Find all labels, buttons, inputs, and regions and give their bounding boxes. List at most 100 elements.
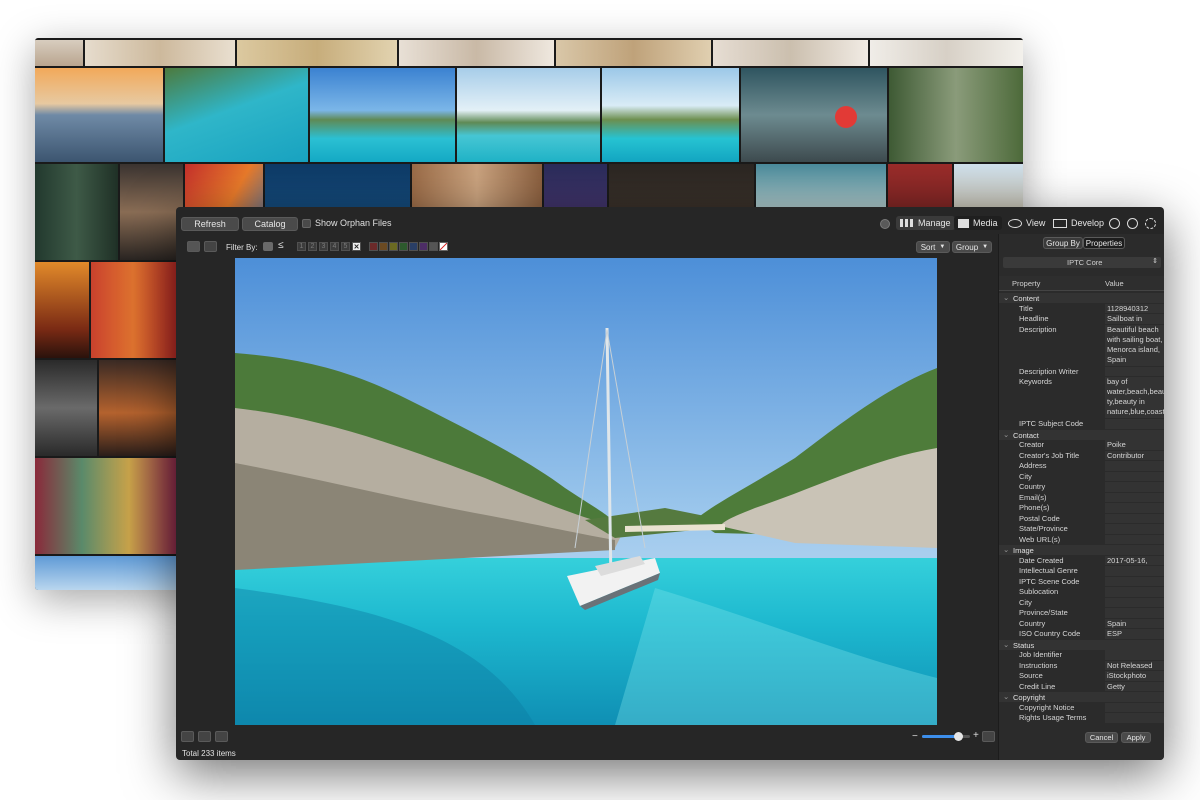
thumbnail[interactable] bbox=[399, 40, 554, 66]
refresh-button[interactable]: Refresh bbox=[181, 217, 239, 231]
property-row[interactable]: Creator's Job Title Contributor bbox=[999, 450, 1164, 462]
property-row[interactable]: Title 1128940312 bbox=[999, 303, 1164, 315]
property-row[interactable]: Province/State bbox=[999, 608, 1164, 619]
property-value[interactable]: Spain bbox=[1105, 618, 1164, 628]
mode-view[interactable]: View bbox=[1004, 216, 1049, 230]
property-value[interactable] bbox=[1105, 492, 1164, 502]
color-label-7[interactable] bbox=[429, 242, 438, 251]
property-value[interactable]: Contributor bbox=[1105, 450, 1164, 460]
single-view-toggle[interactable] bbox=[204, 241, 217, 252]
thumbnail[interactable] bbox=[713, 40, 868, 66]
property-value[interactable]: Sailboat in beaut... bbox=[1105, 314, 1164, 324]
property-value[interactable] bbox=[1105, 482, 1164, 492]
zoom-slider[interactable] bbox=[922, 732, 970, 741]
undo-button[interactable] bbox=[215, 731, 228, 742]
property-row[interactable]: ISO Country Code ESP bbox=[999, 629, 1164, 640]
user-icon[interactable] bbox=[880, 219, 890, 229]
property-value[interactable] bbox=[1105, 608, 1164, 618]
color-label-5[interactable] bbox=[409, 242, 418, 251]
zoom-in-icon[interactable]: + bbox=[973, 730, 979, 741]
section-contact[interactable]: ⌄ Contact bbox=[999, 429, 1164, 440]
property-row[interactable]: IPTC Scene Code bbox=[999, 576, 1164, 588]
group-by-tab[interactable]: Group By bbox=[1043, 237, 1083, 249]
property-row[interactable]: State/Province bbox=[999, 524, 1164, 535]
thumbnail[interactable] bbox=[91, 262, 176, 358]
catalog-button[interactable]: Catalog bbox=[242, 217, 298, 231]
color-label-4[interactable] bbox=[399, 242, 408, 251]
property-row[interactable]: Address bbox=[999, 461, 1164, 472]
orphan-files-checkbox[interactable] bbox=[302, 219, 311, 228]
property-value[interactable] bbox=[1105, 513, 1164, 523]
thumbnail[interactable] bbox=[35, 458, 176, 554]
thumbnail[interactable] bbox=[870, 40, 1023, 66]
property-row[interactable]: City bbox=[999, 597, 1164, 609]
thumbnail[interactable] bbox=[99, 360, 176, 456]
property-value[interactable] bbox=[1105, 587, 1164, 597]
thumbnail[interactable] bbox=[457, 68, 600, 162]
property-value[interactable] bbox=[1105, 366, 1164, 376]
preset-select[interactable]: IPTC Core ⇕ bbox=[1003, 257, 1161, 268]
property-row[interactable]: Source iStockphoto bbox=[999, 671, 1164, 682]
property-row[interactable]: Email(s) bbox=[999, 492, 1164, 504]
rating-filter-4[interactable]: 4 bbox=[330, 242, 339, 251]
thumbnail[interactable] bbox=[602, 68, 739, 162]
property-row[interactable]: Country bbox=[999, 482, 1164, 493]
apply-button[interactable]: Apply bbox=[1121, 732, 1151, 743]
property-row[interactable]: Postal Code bbox=[999, 513, 1164, 525]
property-row[interactable]: Keywords bay of water,beach,beau ty,beaut… bbox=[999, 377, 1164, 419]
property-value[interactable] bbox=[1105, 576, 1164, 586]
property-row[interactable]: Credit Line Getty Images/iSt... bbox=[999, 681, 1164, 693]
property-value[interactable] bbox=[1105, 566, 1164, 576]
property-row[interactable]: Intellectual Genre bbox=[999, 566, 1164, 577]
thumbnail[interactable] bbox=[85, 40, 235, 66]
property-row[interactable]: Creator Poike bbox=[999, 440, 1164, 451]
zoom-out-icon[interactable]: − bbox=[912, 731, 918, 742]
section-image[interactable]: ⌄ Image bbox=[999, 545, 1164, 555]
zoom-slider-knob[interactable] bbox=[954, 732, 963, 741]
sidebar-toggle[interactable] bbox=[181, 731, 194, 742]
property-row[interactable]: Rights Usage Terms bbox=[999, 713, 1164, 724]
no-color-filter-icon[interactable] bbox=[439, 242, 448, 251]
property-row[interactable]: City bbox=[999, 471, 1164, 483]
property-row[interactable]: Instructions Not Released (NR) bbox=[999, 660, 1164, 672]
property-row[interactable]: Job Identifier bbox=[999, 650, 1164, 661]
group-button[interactable]: Group ▼ bbox=[952, 241, 992, 253]
section-status[interactable]: ⌄ Status bbox=[999, 639, 1164, 650]
section-copyright[interactable]: ⌄ Copyright bbox=[999, 692, 1164, 702]
property-row[interactable]: Phone(s) bbox=[999, 503, 1164, 514]
property-value[interactable] bbox=[1105, 419, 1164, 429]
properties-tab[interactable]: Properties bbox=[1083, 237, 1125, 249]
property-value[interactable] bbox=[1105, 597, 1164, 607]
property-row[interactable]: Description Beautiful beach with sailing … bbox=[999, 324, 1164, 367]
property-row[interactable]: Sublocation bbox=[999, 587, 1164, 598]
rating-filter-5[interactable]: 5 bbox=[341, 242, 350, 251]
property-row[interactable]: IPTC Subject Code bbox=[999, 419, 1164, 430]
thumbnail[interactable] bbox=[310, 68, 455, 162]
thumbnail[interactable] bbox=[35, 262, 89, 358]
color-label-6[interactable] bbox=[419, 242, 428, 251]
property-row[interactable]: Country Spain bbox=[999, 618, 1164, 630]
property-value[interactable]: bay of water,beach,beau ty,beauty in nat… bbox=[1105, 377, 1164, 418]
panel-toggle[interactable] bbox=[982, 731, 995, 742]
thumbnail[interactable] bbox=[165, 68, 308, 162]
thumbnail[interactable] bbox=[35, 164, 118, 260]
thumbnail[interactable] bbox=[237, 40, 397, 66]
mode-manage[interactable]: Manage bbox=[896, 216, 955, 230]
property-value[interactable]: Poike bbox=[1105, 440, 1164, 450]
mode-media[interactable]: Media bbox=[954, 216, 1002, 230]
thumbnail[interactable] bbox=[35, 360, 97, 456]
grid-view-toggle[interactable] bbox=[187, 241, 200, 252]
cancel-button[interactable]: Cancel bbox=[1085, 732, 1118, 743]
check-filter-icon[interactable] bbox=[263, 242, 273, 251]
globe-icon[interactable] bbox=[1109, 218, 1120, 229]
color-label-2[interactable] bbox=[379, 242, 388, 251]
mode-develop[interactable]: Develop bbox=[1049, 216, 1108, 230]
rating-filter-2[interactable]: 2 bbox=[308, 242, 317, 251]
color-label-1[interactable] bbox=[369, 242, 378, 251]
property-value[interactable] bbox=[1105, 702, 1164, 712]
property-value[interactable]: Beautiful beach with sailing boat, Menor… bbox=[1105, 324, 1164, 366]
property-row[interactable]: Headline Sailboat in beaut... bbox=[999, 314, 1164, 325]
property-value[interactable]: 1128940312 bbox=[1105, 303, 1164, 313]
thumbnail[interactable] bbox=[556, 40, 711, 66]
property-value[interactable] bbox=[1105, 713, 1164, 723]
